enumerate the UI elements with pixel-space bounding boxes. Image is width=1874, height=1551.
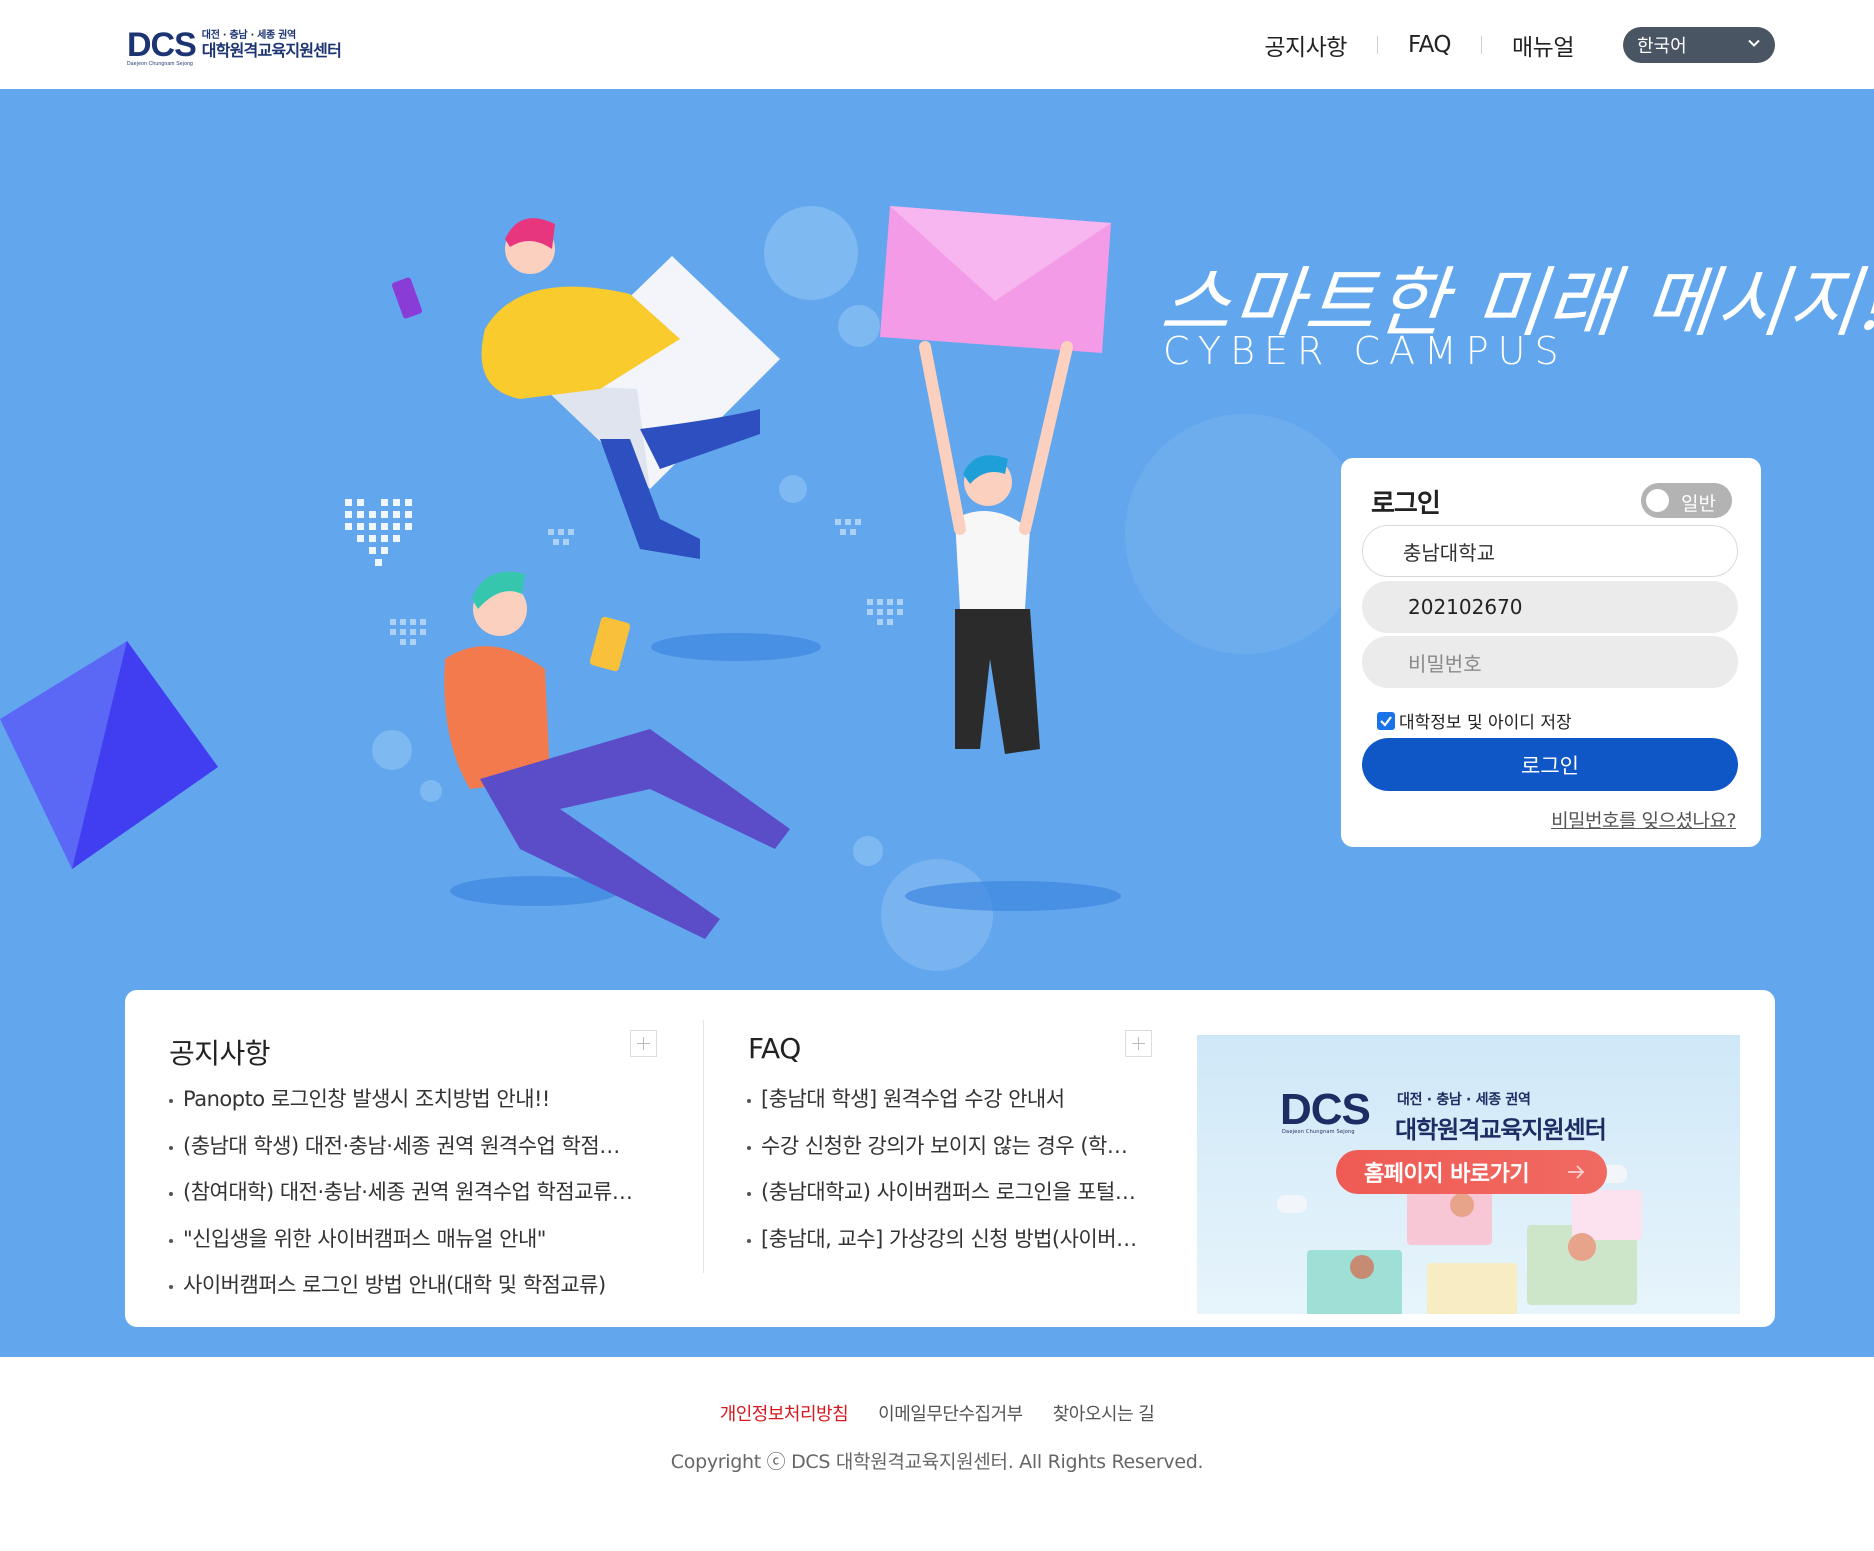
toggle-label: 일반 [1681,493,1716,515]
notice-item[interactable]: Panopto 로그인창 발생시 조치방법 안내!! [167,1076,637,1123]
login-mode-toggle[interactable]: 일반 [1641,483,1732,518]
email-refusal-link[interactable]: 이메일무단수집거부 [878,1400,1023,1426]
user-id-value: 202102670 [1408,595,1523,619]
hero-section: 스마트한 미래 메시지! CYBER CAMPUS 로그인 일반 충남대학교 2… [0,89,1874,1357]
save-info-label: 대학정보 및 아이디 저장 [1399,713,1572,733]
banner-dcs-text: DCS [1280,1085,1371,1134]
language-value: 한국어 [1637,36,1687,57]
logo-center-name: 대학원격교육지원센터 [201,41,342,60]
faq-list: [충남대 학생] 원격수업 수강 안내서 수강 신청한 강의가 보이지 않는 경… [745,1076,1140,1262]
notice-item[interactable]: (참여대학) 대전·충남·세종 권역 원격수업 학점교류 … [167,1169,637,1216]
footer-links: 개인정보처리방침 이메일무단수집거부 찾아오시는 길 [0,1400,1874,1426]
university-select[interactable]: 충남대학교 [1362,525,1738,577]
logo-dcs-text: DCS [127,26,197,64]
save-info-row: 대학정보 및 아이디 저장 [1377,708,1572,733]
banner-region-english: Daejeon Chungnam Sejong [1282,1129,1355,1135]
password-placeholder: 비밀번호 [1408,651,1482,676]
password-input[interactable]: 비밀번호 [1362,636,1738,688]
nav-manual-link[interactable]: 매뉴얼 [1482,28,1604,62]
column-divider [703,1020,704,1273]
notice-title: 공지사항 [169,1037,271,1070]
privacy-policy-link[interactable]: 개인정보처리방침 [720,1400,849,1426]
forgot-password-link[interactable]: 비밀번호를 잊으셨나요? [1551,806,1736,833]
login-title: 로그인 [1371,489,1441,519]
faq-more-plus-icon[interactable] [1125,1030,1152,1057]
header: DCS Daejeon Chungnam Sejong 대전 · 충남 · 세종… [0,0,1874,89]
homepage-shortcut-button[interactable]: 홈페이지 바로가기 [1336,1150,1607,1194]
language-select[interactable]: 한국어 [1623,27,1775,63]
faq-item[interactable]: 수강 신청한 강의가 보이지 않는 경우 (학… [745,1123,1140,1170]
homepage-banner[interactable]: DCS Daejeon Chungnam Sejong 대전 · 충남 · 세종… [1197,1035,1740,1314]
banner-center-name: 대학원격교육지원센터 [1395,1116,1607,1144]
user-id-input[interactable]: 202102670 [1362,581,1738,633]
nav-notice-link[interactable]: 공지사항 [1234,28,1377,62]
login-button[interactable]: 로그인 [1362,738,1738,791]
notice-item[interactable]: "신입생을 위한 사이버캠퍼스 매뉴얼 안내" [167,1216,637,1263]
homepage-shortcut-label: 홈페이지 바로가기 [1364,1162,1530,1187]
top-nav: 공지사항 FAQ 매뉴얼 [1234,0,1604,89]
notice-item[interactable]: 사이버캠퍼스 로그인 방법 안내(대학 및 학점교류) [167,1262,637,1309]
copyright-text: Copyright ⓒ DCS 대학원격교육지원센터. All Rights R… [670,1451,1204,1473]
notice-item[interactable]: (충남대 학생) 대전·충남·세종 권역 원격수업 학점교… [167,1123,637,1170]
info-panel: 공지사항 Panopto 로그인창 발생시 조치방법 안내!! (충남대 학생)… [125,990,1775,1327]
chevron-down-icon [1748,39,1760,47]
save-info-checkbox[interactable] [1377,711,1395,730]
directions-link[interactable]: 찾아오시는 길 [1053,1400,1155,1426]
faq-item[interactable]: [충남대, 교수] 가상강의 신청 방법(사이버… [745,1216,1140,1263]
logo-region-english: Daejeon Chungnam Sejong [127,61,194,67]
site-logo[interactable]: DCS Daejeon Chungnam Sejong 대전 · 충남 · 세종… [127,26,342,67]
nav-faq-link[interactable]: FAQ [1378,32,1481,58]
notice-list: Panopto 로그인창 발생시 조치방법 안내!! (충남대 학생) 대전·충… [167,1076,637,1309]
university-value: 충남대학교 [1403,540,1495,565]
banner-region-text: 대전 · 충남 · 세종 권역 [1397,1092,1531,1108]
hero-subtitle: CYBER CAMPUS [1163,329,1568,373]
toggle-knob [1646,489,1669,512]
faq-item[interactable]: (충남대학교) 사이버캠퍼스 로그인을 포털… [745,1169,1140,1216]
checkmark-icon [1380,715,1392,727]
notice-more-plus-icon[interactable] [630,1030,657,1057]
faq-item[interactable]: [충남대 학생] 원격수업 수강 안내서 [745,1076,1140,1123]
login-panel: 로그인 일반 충남대학교 202102670 비밀번호 대학정보 및 아이디 저… [1341,458,1761,847]
faq-title: FAQ [748,1032,801,1065]
arrow-right-icon [1568,1165,1585,1179]
